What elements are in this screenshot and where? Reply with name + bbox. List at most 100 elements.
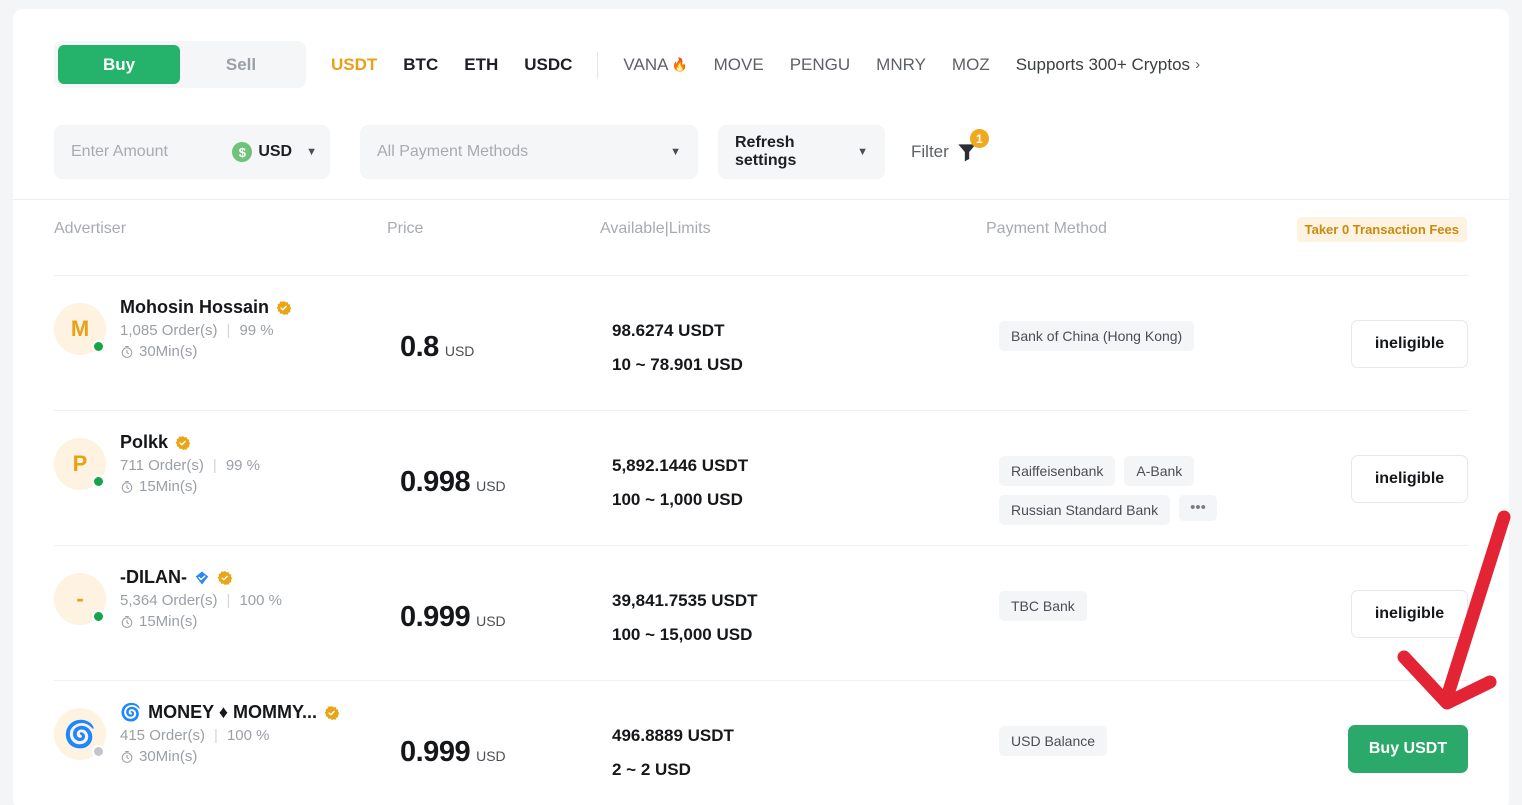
coin-tab-usdc[interactable]: USDC <box>511 55 585 75</box>
price-value: 0.8 <box>400 331 439 363</box>
table-row[interactable]: - -DILAN- 5,364 Order(s) | 100 % 15Min(s) 0.99… <box>13 545 1509 680</box>
avatar[interactable]: - <box>54 573 106 625</box>
chevron-down-icon[interactable]: ▼ <box>306 146 317 158</box>
advertiser-cell[interactable]: 🌀 🌀 MONEY ♦ MOMMY... 415 Order(s) | 100 % 30Mi… <box>54 702 340 765</box>
column-header-advertiser: Advertiser <box>54 220 127 237</box>
payment-method-pill[interactable]: A-Bank <box>1124 456 1195 486</box>
advertiser-info: Mohosin Hossain 1,085 Order(s) | 99 % 30Min(… <box>120 297 292 360</box>
available-amount: 39,841.7535 USDT <box>612 591 758 610</box>
gold-verified-icon <box>324 705 340 720</box>
buy-sell-toggle[interactable]: Buy Sell <box>54 41 306 88</box>
payment-methods-filter[interactable]: All Payment Methods ▼ <box>360 125 698 179</box>
amount-input[interactable] <box>71 143 191 161</box>
online-status-dot <box>92 340 105 353</box>
avatar[interactable]: 🌀 <box>54 708 106 760</box>
coin-divider <box>597 51 599 78</box>
payment-time: 30Min(s) <box>120 748 340 765</box>
action-cell: ineligible <box>1351 455 1468 503</box>
payment-method-pill[interactable]: Russian Standard Bank <box>999 495 1171 525</box>
action-cell: Buy USDT <box>1348 725 1468 773</box>
refresh-settings-dropdown[interactable]: Refresh settings ▼ <box>718 125 885 179</box>
coin-tab-mnry[interactable]: MNRY <box>863 55 939 75</box>
top-bar: Buy Sell USDT BTC ETH USDC VANA 🔥 MOVE P… <box>13 9 1509 200</box>
payment-methods-cell: USD Balance <box>999 726 1339 756</box>
advertiser-stats: 711 Order(s) | 99 % <box>120 457 260 474</box>
payment-methods-cell: TBC Bank <box>999 591 1339 621</box>
avatar[interactable]: P <box>54 438 106 490</box>
limits-range: 100 ~ 15,000 USD <box>612 625 753 644</box>
filter-label: Filter <box>911 142 949 161</box>
coin-tab-usdt[interactable]: USDT <box>318 55 390 75</box>
payment-method-pill[interactable]: Raiffeisenbank <box>999 456 1116 486</box>
stats-separator: | <box>212 457 217 474</box>
avatar[interactable]: M <box>54 303 106 355</box>
price-currency: USD <box>476 613 506 629</box>
advertiser-info: -DILAN- 5,364 Order(s) | 100 % 15Min(s) <box>120 567 282 630</box>
price-cell: 0.8 USD <box>400 331 474 364</box>
advertiser-name[interactable]: -DILAN- <box>120 567 282 588</box>
available-limits-cell: 5,892.1446 USDT 100 ~ 1,000 USD <box>612 456 748 510</box>
currency-selector[interactable]: $ USD <box>232 142 292 162</box>
payment-method-pill[interactable]: Bank of China (Hong Kong) <box>999 321 1195 351</box>
buy-tab[interactable]: Buy <box>58 45 180 84</box>
payment-time: 15Min(s) <box>120 478 260 495</box>
advertiser-stats: 1,085 Order(s) | 99 % <box>120 322 292 339</box>
order-count: 711 Order(s) <box>120 457 204 474</box>
filter-button[interactable]: Filter 1 <box>911 125 989 179</box>
limits-range: 2 ~ 2 USD <box>612 760 691 779</box>
filter-count-badge: 1 <box>969 129 989 148</box>
p2p-trading-card: Buy Sell USDT BTC ETH USDC VANA 🔥 MOVE P… <box>13 9 1509 805</box>
online-status-dot <box>92 475 105 488</box>
avatar-emoji: 🌀 <box>63 718 97 749</box>
advertiser-name-text: Mohosin Hossain <box>120 297 270 317</box>
advertiser-cell[interactable]: - -DILAN- 5,364 Order(s) | 100 % 15Min(s) <box>54 567 282 630</box>
price-cell: 0.999 USD <box>400 601 506 634</box>
completion-rate: 99 % <box>239 322 274 339</box>
clock-icon <box>121 615 133 628</box>
table-row[interactable]: P Polkk 711 Order(s) | 99 % 15Min(s) 0.998 USD 5… <box>13 410 1509 545</box>
advertiser-name[interactable]: Polkk <box>120 432 260 453</box>
available-limits-cell: 39,841.7535 USDT 100 ~ 15,000 USD <box>612 591 758 645</box>
price-value: 0.998 <box>400 466 471 498</box>
coin-tab-moz[interactable]: MOZ <box>939 55 1003 75</box>
ineligible-button[interactable]: ineligible <box>1351 455 1468 503</box>
table-row[interactable]: M Mohosin Hossain 1,085 Order(s) | 99 % 30Min… <box>13 275 1509 410</box>
limits-range: 100 ~ 1,000 USD <box>612 490 743 509</box>
payment-method-pill[interactable]: USD Balance <box>999 726 1108 756</box>
payment-time: 15Min(s) <box>120 613 282 630</box>
advertiser-name[interactable]: 🌀 MONEY ♦ MOMMY... <box>120 702 340 723</box>
price-cell: 0.999 USD <box>400 736 506 769</box>
coin-tab-btc[interactable]: BTC <box>390 55 451 75</box>
chevron-down-icon[interactable]: ▼ <box>857 146 868 158</box>
advertiser-info: Polkk 711 Order(s) | 99 % 15Min(s) <box>120 432 260 495</box>
ineligible-button[interactable]: ineligible <box>1351 590 1468 638</box>
action-cell: ineligible <box>1351 590 1468 638</box>
payment-methods-cell: Bank of China (Hong Kong) <box>999 321 1339 351</box>
advertiser-cell[interactable]: M Mohosin Hossain 1,085 Order(s) | 99 % 30Min… <box>54 297 292 360</box>
sell-tab[interactable]: Sell <box>180 45 302 84</box>
table-row[interactable]: 🌀 🌀 MONEY ♦ MOMMY... 415 Order(s) | 100 % 30Mi… <box>13 680 1509 805</box>
coin-tab-pengu[interactable]: PENGU <box>777 55 863 75</box>
buy-usdt-button[interactable]: Buy USDT <box>1348 725 1468 773</box>
advertiser-cell[interactable]: P Polkk 711 Order(s) | 99 % 15Min(s) <box>54 432 260 495</box>
order-count: 5,364 Order(s) <box>120 592 218 609</box>
ineligible-button[interactable]: ineligible <box>1351 320 1468 368</box>
action-cell: ineligible <box>1351 320 1468 368</box>
online-status-dot <box>92 610 105 623</box>
supports-more-cryptos-link[interactable]: Supports 300+ Cryptos › <box>1003 55 1213 75</box>
stats-separator: | <box>214 727 218 744</box>
advertiser-name[interactable]: Mohosin Hossain <box>120 297 292 318</box>
coin-tab-move[interactable]: MOVE <box>701 55 777 75</box>
more-payment-methods-button[interactable]: ••• <box>1179 495 1217 521</box>
supports-label: Supports 300+ Cryptos <box>1015 54 1191 74</box>
taker-fee-badge: Taker 0 Transaction Fees <box>1296 217 1467 242</box>
stats-separator: | <box>226 322 231 339</box>
payment-method-pill[interactable]: TBC Bank <box>999 591 1087 621</box>
available-amount: 5,892.1446 USDT <box>612 456 749 475</box>
amount-filter[interactable]: $ USD ▼ <box>54 125 330 179</box>
coin-tab-vana[interactable]: VANA 🔥 <box>610 55 700 75</box>
advertiser-name-text: MONEY ♦ MOMMY... <box>148 702 318 722</box>
coin-tab-eth[interactable]: ETH <box>451 55 511 75</box>
chevron-down-icon[interactable]: ▼ <box>670 146 681 158</box>
advertiser-info: 🌀 MONEY ♦ MOMMY... 415 Order(s) | 100 % 30Min… <box>120 702 340 765</box>
